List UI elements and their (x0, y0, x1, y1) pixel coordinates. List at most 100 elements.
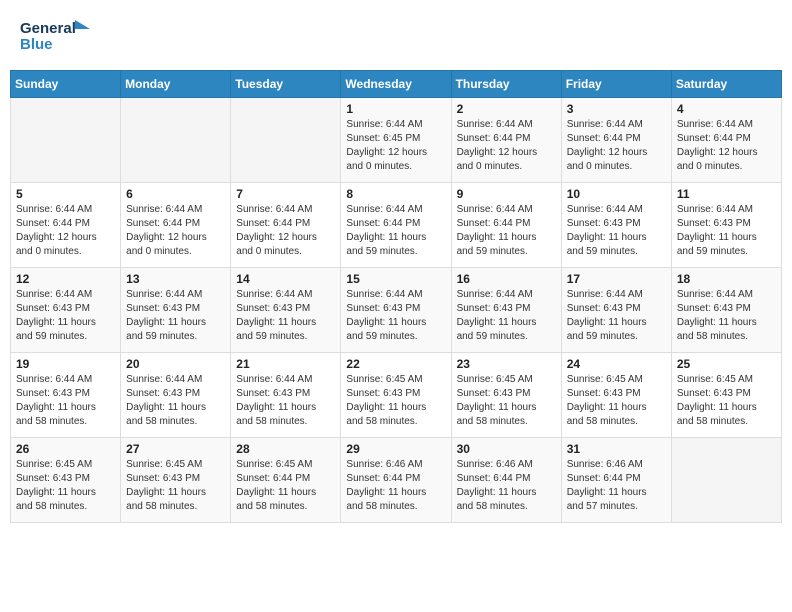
day-info: Sunrise: 6:45 AMSunset: 6:43 PMDaylight:… (126, 458, 225, 514)
day-info: Sunrise: 6:44 AMSunset: 6:43 PMDaylight:… (346, 288, 445, 344)
calendar-cell: 20 Sunrise: 6:44 AMSunset: 6:43 PMDayligh… (121, 353, 231, 438)
calendar-cell: 12 Sunrise: 6:44 AMSunset: 6:43 PMDayligh… (11, 268, 121, 353)
calendar-cell (121, 98, 231, 183)
calendar-cell: 6 Sunrise: 6:44 AMSunset: 6:44 PMDaylight… (121, 183, 231, 268)
day-info: Sunrise: 6:46 AMSunset: 6:44 PMDaylight:… (346, 458, 445, 514)
day-info: Sunrise: 6:46 AMSunset: 6:44 PMDaylight:… (567, 458, 666, 514)
day-info: Sunrise: 6:45 AMSunset: 6:43 PMDaylight:… (346, 373, 445, 429)
calendar-cell: 2 Sunrise: 6:44 AMSunset: 6:44 PMDaylight… (451, 98, 561, 183)
calendar-cell: 16Sunrise: 6:44 AMSunset: 6:43 PMDayligh… (451, 268, 561, 353)
calendar-cell: 1 Sunrise: 6:44 AMSunset: 6:45 PMDaylight… (341, 98, 451, 183)
day-info: Sunrise: 6:44 AMSunset: 6:45 PMDaylight:… (346, 118, 445, 174)
logo: GeneralBlue (20, 15, 90, 55)
day-number: 20 (126, 357, 225, 371)
calendar-week-row: 5 Sunrise: 6:44 AMSunset: 6:44 PMDaylight… (11, 183, 782, 268)
day-info: Sunrise: 6:45 AMSunset: 6:44 PMDaylight:… (236, 458, 335, 514)
calendar-cell: 7Sunrise: 6:44 AMSunset: 6:44 PMDaylight… (231, 183, 341, 268)
calendar-cell: 4Sunrise: 6:44 AMSunset: 6:44 PMDaylight… (671, 98, 781, 183)
day-info: Sunrise: 6:44 AMSunset: 6:43 PMDaylight:… (677, 288, 776, 344)
day-number: 10 (567, 187, 666, 201)
day-number: 30 (457, 442, 556, 456)
day-number: 9 (457, 187, 556, 201)
day-info: Sunrise: 6:44 AMSunset: 6:44 PMDaylight:… (126, 203, 225, 259)
day-info: Sunrise: 6:46 AMSunset: 6:44 PMDaylight:… (457, 458, 556, 514)
day-header-sunday: Sunday (11, 71, 121, 98)
day-info: Sunrise: 6:45 AMSunset: 6:43 PMDaylight:… (457, 373, 556, 429)
day-number: 18 (677, 272, 776, 286)
calendar-cell: 21 Sunrise: 6:44 AMSunset: 6:43 PMDayligh… (231, 353, 341, 438)
day-info: Sunrise: 6:44 AMSunset: 6:43 PMDaylight:… (236, 288, 335, 344)
calendar-week-row: 26 Sunrise: 6:45 AMSunset: 6:43 PMDayligh… (11, 438, 782, 523)
day-number: 26 (16, 442, 115, 456)
calendar-week-row: 12 Sunrise: 6:44 AMSunset: 6:43 PMDayligh… (11, 268, 782, 353)
day-number: 22 (346, 357, 445, 371)
day-number: 28 (236, 442, 335, 456)
day-info: Sunrise: 6:44 AMSunset: 6:44 PMDaylight:… (567, 118, 666, 174)
calendar-table: SundayMondayTuesdayWednesdayThursdayFrid… (10, 70, 782, 523)
day-number: 13 (126, 272, 225, 286)
calendar-cell: 3 Sunrise: 6:44 AMSunset: 6:44 PMDaylight… (561, 98, 671, 183)
calendar-cell: 22 Sunrise: 6:45 AMSunset: 6:43 PMDayligh… (341, 353, 451, 438)
svg-text:General: General (20, 20, 76, 37)
day-info: Sunrise: 6:44 AMSunset: 6:43 PMDaylight:… (236, 373, 335, 429)
calendar-cell: 29Sunrise: 6:46 AMSunset: 6:44 PMDayligh… (341, 438, 451, 523)
day-info: Sunrise: 6:44 AMSunset: 6:43 PMDaylight:… (16, 288, 115, 344)
day-info: Sunrise: 6:44 AMSunset: 6:44 PMDaylight:… (16, 203, 115, 259)
day-info: Sunrise: 6:44 AMSunset: 6:44 PMDaylight:… (677, 118, 776, 174)
day-header-wednesday: Wednesday (341, 71, 451, 98)
calendar-cell: 31 Sunrise: 6:46 AMSunset: 6:44 PMDayligh… (561, 438, 671, 523)
day-info: Sunrise: 6:45 AMSunset: 6:43 PMDaylight:… (567, 373, 666, 429)
page-header: GeneralBlue (10, 10, 782, 60)
calendar-cell: 11Sunrise: 6:44 AMSunset: 6:43 PMDayligh… (671, 183, 781, 268)
day-info: Sunrise: 6:44 AMSunset: 6:43 PMDaylight:… (126, 373, 225, 429)
day-number: 31 (567, 442, 666, 456)
calendar-cell: 15 Sunrise: 6:44 AMSunset: 6:43 PMDayligh… (341, 268, 451, 353)
day-header-monday: Monday (121, 71, 231, 98)
logo-svg: GeneralBlue (20, 15, 90, 55)
day-info: Sunrise: 6:44 AMSunset: 6:43 PMDaylight:… (16, 373, 115, 429)
day-info: Sunrise: 6:44 AMSunset: 6:43 PMDaylight:… (126, 288, 225, 344)
day-number: 15 (346, 272, 445, 286)
day-number: 21 (236, 357, 335, 371)
day-number: 12 (16, 272, 115, 286)
calendar-cell: 14 Sunrise: 6:44 AMSunset: 6:43 PMDayligh… (231, 268, 341, 353)
day-info: Sunrise: 6:44 AMSunset: 6:44 PMDaylight:… (346, 203, 445, 259)
calendar-cell: 25 Sunrise: 6:45 AMSunset: 6:43 PMDayligh… (671, 353, 781, 438)
calendar-header-row: SundayMondayTuesdayWednesdayThursdayFrid… (11, 71, 782, 98)
calendar-cell: 23Sunrise: 6:45 AMSunset: 6:43 PMDayligh… (451, 353, 561, 438)
day-info: Sunrise: 6:45 AMSunset: 6:43 PMDaylight:… (16, 458, 115, 514)
calendar-cell (231, 98, 341, 183)
day-info: Sunrise: 6:44 AMSunset: 6:44 PMDaylight:… (457, 118, 556, 174)
day-info: Sunrise: 6:44 AMSunset: 6:44 PMDaylight:… (457, 203, 556, 259)
day-info: Sunrise: 6:44 AMSunset: 6:43 PMDaylight:… (567, 288, 666, 344)
calendar-cell: 18 Sunrise: 6:44 AMSunset: 6:43 PMDayligh… (671, 268, 781, 353)
day-number: 14 (236, 272, 335, 286)
day-number: 11 (677, 187, 776, 201)
day-number: 5 (16, 187, 115, 201)
calendar-cell: 24Sunrise: 6:45 AMSunset: 6:43 PMDayligh… (561, 353, 671, 438)
calendar-cell: 9 Sunrise: 6:44 AMSunset: 6:44 PMDaylight… (451, 183, 561, 268)
calendar-week-row: 1 Sunrise: 6:44 AMSunset: 6:45 PMDaylight… (11, 98, 782, 183)
calendar-cell: 30 Sunrise: 6:46 AMSunset: 6:44 PMDayligh… (451, 438, 561, 523)
day-info: Sunrise: 6:45 AMSunset: 6:43 PMDaylight:… (677, 373, 776, 429)
day-number: 17 (567, 272, 666, 286)
day-number: 16 (457, 272, 556, 286)
day-header-tuesday: Tuesday (231, 71, 341, 98)
day-header-thursday: Thursday (451, 71, 561, 98)
day-number: 25 (677, 357, 776, 371)
day-number: 2 (457, 102, 556, 116)
day-header-friday: Friday (561, 71, 671, 98)
calendar-cell: 5 Sunrise: 6:44 AMSunset: 6:44 PMDaylight… (11, 183, 121, 268)
calendar-cell: 26 Sunrise: 6:45 AMSunset: 6:43 PMDayligh… (11, 438, 121, 523)
day-number: 3 (567, 102, 666, 116)
calendar-cell (11, 98, 121, 183)
day-header-saturday: Saturday (671, 71, 781, 98)
calendar-cell (671, 438, 781, 523)
day-number: 1 (346, 102, 445, 116)
day-number: 7 (236, 187, 335, 201)
calendar-cell: 13 Sunrise: 6:44 AMSunset: 6:43 PMDayligh… (121, 268, 231, 353)
day-info: Sunrise: 6:44 AMSunset: 6:43 PMDaylight:… (567, 203, 666, 259)
calendar-cell: 27 Sunrise: 6:45 AMSunset: 6:43 PMDayligh… (121, 438, 231, 523)
day-number: 6 (126, 187, 225, 201)
day-number: 27 (126, 442, 225, 456)
